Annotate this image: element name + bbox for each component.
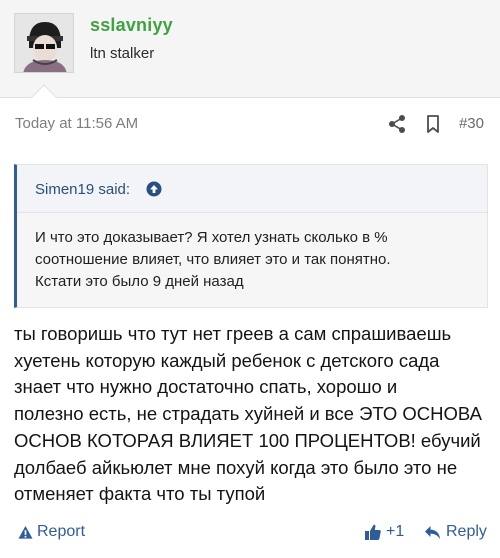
- author-user-title: ltn stalker: [90, 45, 155, 62]
- quote-text: И что это доказывает? Я хотел узнать ско…: [35, 227, 469, 293]
- post-meta: Today at 11:56 AM #30: [0, 112, 500, 136]
- quote-line: Кстати это было 9 дней назад: [35, 273, 244, 290]
- thumbs-up-icon: [364, 523, 382, 541]
- arrow-up-circle-icon[interactable]: [146, 181, 162, 197]
- bookmark-icon[interactable]: [422, 113, 444, 135]
- message-line: ОСНОВ КОТОРАЯ ВЛИЯЕТ 100 ПРОЦЕНТОВ! ебуч…: [14, 429, 481, 451]
- message-line: долбаеб айкьюлет мне похуй когда это был…: [14, 456, 458, 478]
- like-button[interactable]: +1: [364, 523, 404, 541]
- avatar[interactable]: [14, 13, 74, 73]
- quote-line: И что это доказывает? Я хотел узнать ско…: [35, 229, 388, 246]
- report-label: Report: [37, 523, 86, 540]
- reply-label: Reply: [446, 523, 487, 540]
- post-number[interactable]: #30: [459, 115, 484, 132]
- report-button[interactable]: Report: [18, 523, 85, 541]
- post-actions: Report +1 Reply: [0, 520, 500, 546]
- quote-author[interactable]: Simen19 said:: [35, 181, 130, 198]
- message-line: отменяет факта что ты тупой: [14, 483, 266, 505]
- message-line: знает что нужно достаточно спать, хорошо…: [14, 376, 398, 398]
- quote-block: Simen19 said: И что это доказывает? Я хо…: [14, 164, 488, 308]
- quote-line: соотношение влияет, что влияет это и так…: [35, 251, 391, 268]
- like-count: +1: [386, 523, 405, 540]
- reply-arrow-icon: [424, 525, 441, 540]
- author-username[interactable]: sslavniyy: [90, 15, 173, 36]
- message-line: хуетень которую каждый ребенок с детског…: [14, 349, 440, 371]
- message-line: ты говоришь что тут нет греев а сам спра…: [14, 323, 452, 344]
- share-icon[interactable]: [386, 113, 408, 135]
- post-message: ты говоришь что тут нет греев а сам спра…: [14, 321, 492, 508]
- quote-header: Simen19 said:: [17, 165, 487, 213]
- post-date[interactable]: Today at 11:56 AM: [15, 115, 138, 132]
- author-header: sslavniyy ltn stalker: [0, 0, 500, 98]
- avatar-image: [15, 14, 73, 72]
- message-line: полезно есть, не страдать хуйней и все Э…: [14, 403, 482, 425]
- reply-button[interactable]: Reply: [424, 523, 487, 541]
- warning-icon: [18, 525, 33, 540]
